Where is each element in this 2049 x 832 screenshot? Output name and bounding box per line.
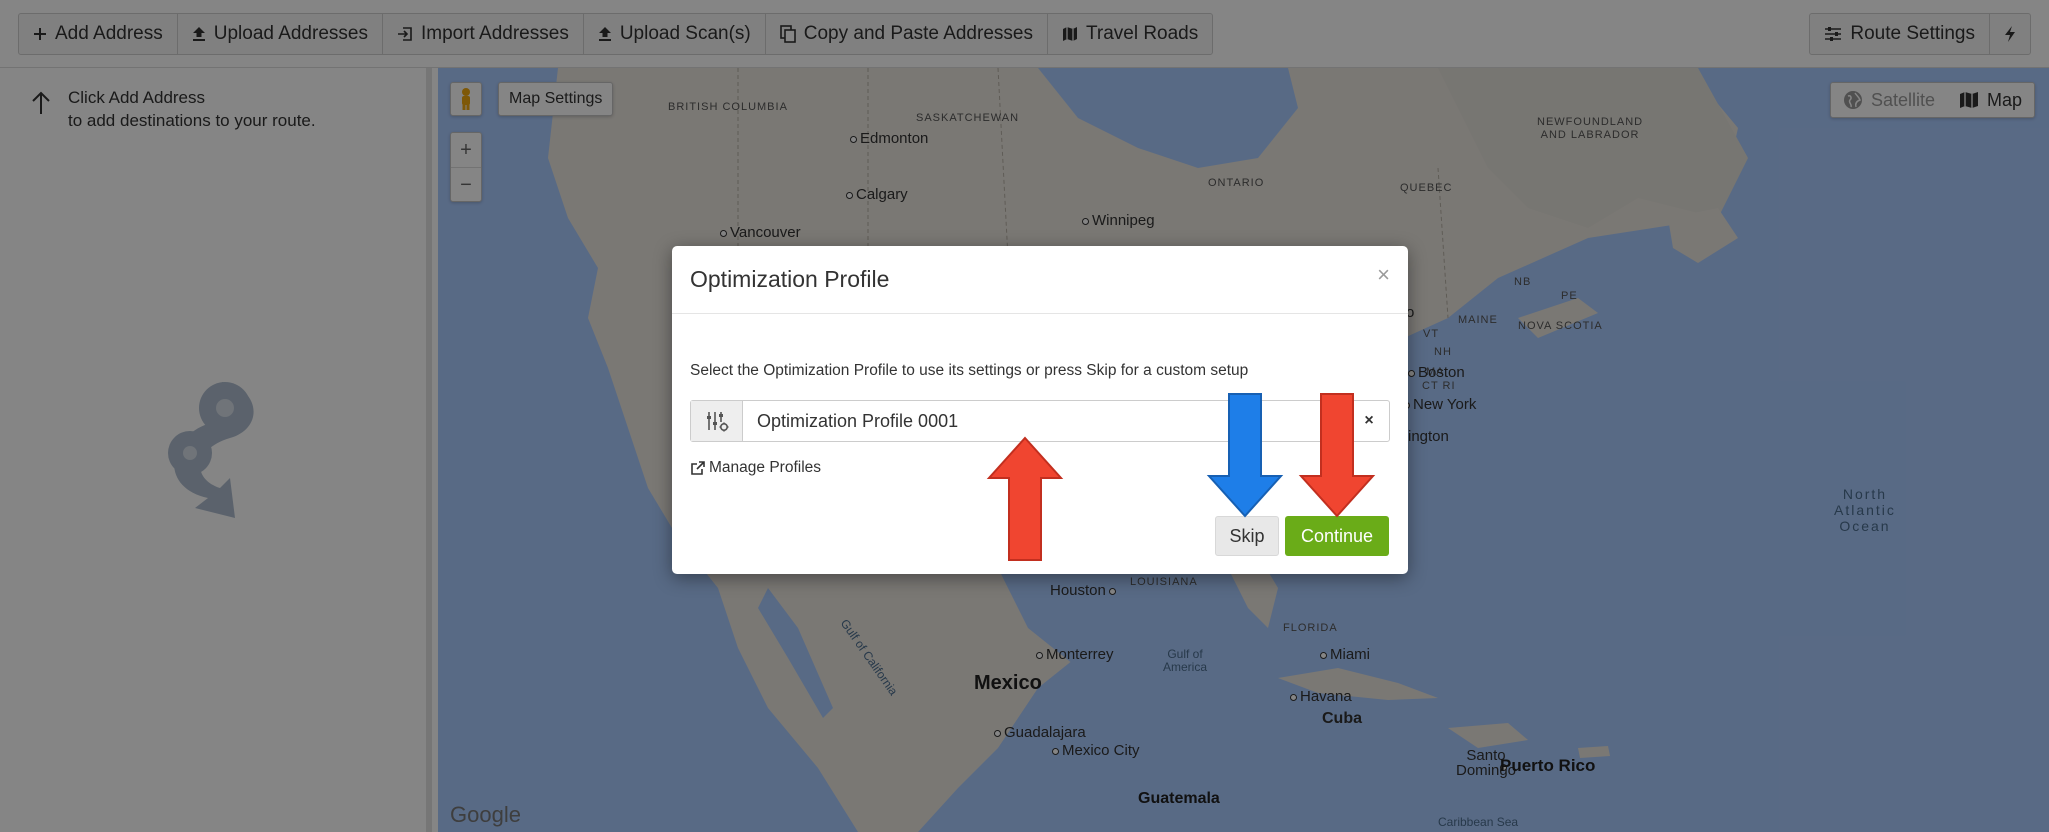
- modal-description: Select the Optimization Profile to use i…: [690, 362, 1249, 379]
- sliders-gear-icon: [706, 412, 728, 432]
- arrow-down-red-annotation: [1298, 393, 1376, 518]
- skip-button[interactable]: Skip: [1215, 516, 1279, 556]
- arrow-down-blue-annotation: [1206, 393, 1284, 518]
- continue-button[interactable]: Continue: [1285, 516, 1389, 556]
- manage-profiles-link[interactable]: Manage Profiles: [690, 459, 821, 477]
- modal-title: Optimization Profile: [690, 266, 890, 292]
- modal-close-button[interactable]: ×: [1377, 262, 1390, 288]
- manage-profiles-label: Manage Profiles: [709, 459, 822, 476]
- arrow-up-red-annotation: [986, 436, 1064, 561]
- profile-select-addon: [691, 401, 743, 441]
- modal-header: Optimization Profile ×: [672, 246, 1408, 314]
- external-link-icon: [691, 460, 705, 475]
